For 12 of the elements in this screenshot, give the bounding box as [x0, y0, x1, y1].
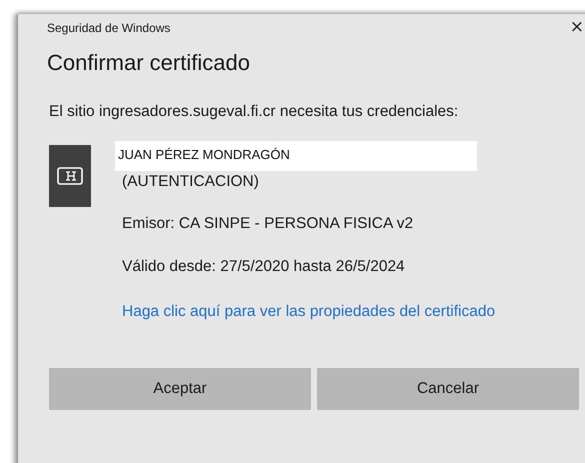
issuer-text: Emisor: CA SINPE - PERSONA FISICA v2 — [122, 215, 414, 233]
properties-link[interactable]: Haga clic aquí para ver las propiedades del certificado — [122, 299, 502, 325]
certificate-purpose: (AUTENTICACION) — [122, 173, 259, 191]
window-title: Seguridad de Windows — [47, 20, 170, 34]
dialog-button[interactable]: Cancelar — [317, 368, 579, 410]
message-text: El sitio ingresadores.sugeval.fi.cr necesita tus credenciales: — [49, 103, 460, 121]
dialog-button[interactable]: Aceptar — [49, 368, 311, 410]
validity-text: Válido desde: 27/5/2020 hasta 26/5/2024 — [122, 258, 405, 276]
certificate-name: JUAN PÉREZ MONDRAGÓN — [115, 141, 477, 171]
close-button[interactable]: × — [568, 19, 585, 36]
dialog-heading: Confirmar certificado — [47, 50, 251, 76]
certificate-icon — [49, 145, 91, 207]
